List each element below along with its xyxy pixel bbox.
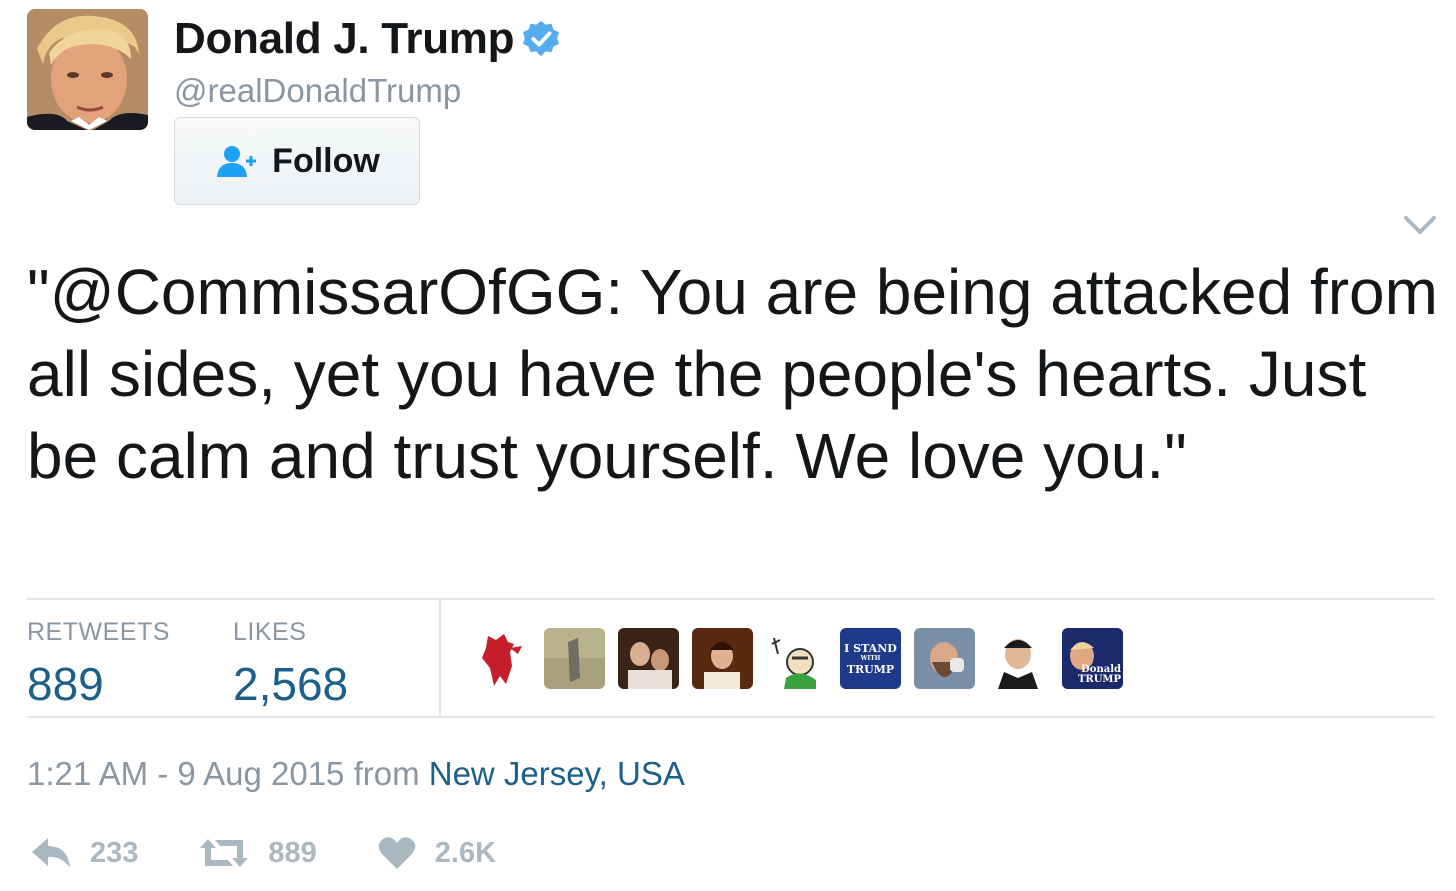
reply-count: 233 — [90, 836, 139, 869]
liker-avatar[interactable] — [692, 628, 753, 689]
heart-icon — [378, 837, 416, 869]
liker-avatar[interactable] — [544, 628, 605, 689]
follow-button-label: Follow — [272, 141, 380, 180]
add-user-icon — [217, 146, 257, 177]
follow-button[interactable]: Follow — [174, 117, 420, 205]
chevron-down-icon[interactable] — [1402, 212, 1438, 238]
retweets-label: RETWEETS — [27, 618, 170, 646]
stats-separator — [439, 600, 441, 717]
tweet-location[interactable]: New Jersey, USA — [429, 755, 685, 792]
user-handle[interactable]: @realDonaldTrump — [174, 72, 461, 110]
likes-label: LIKES — [233, 618, 307, 646]
like-count: 2.6K — [434, 836, 497, 869]
liker-badge-line: TRUMP — [1077, 674, 1121, 685]
retweet-button[interactable]: 889 — [198, 836, 317, 870]
divider-top — [27, 598, 1435, 600]
retweet-count: 889 — [268, 836, 317, 869]
retweets-stat[interactable]: RETWEETS 889 — [27, 618, 170, 711]
tweet-text: "@CommissarOfGG: You are being attacked … — [27, 256, 1438, 492]
liker-avatar[interactable] — [618, 628, 679, 689]
from-word: from — [353, 755, 420, 792]
likes-stat[interactable]: LIKES 2,568 — [233, 618, 348, 711]
liker-badge-line: WITH — [860, 654, 881, 662]
display-name[interactable]: Donald J. Trump — [174, 14, 515, 64]
liker-avatar[interactable] — [988, 628, 1049, 689]
tweet-actions: 233 889 2.6K — [30, 835, 556, 871]
liker-badge-line: I STAND — [844, 641, 897, 655]
user-name-row: Donald J. Trump — [174, 14, 560, 64]
verified-badge-icon — [523, 20, 560, 57]
liker-badge-line: TRUMP — [846, 662, 895, 676]
retweet-icon — [200, 839, 249, 867]
likes-value: 2,568 — [233, 658, 349, 710]
profile-avatar[interactable] — [27, 9, 148, 130]
liker-avatar-badge[interactable]: Donald TRUMP — [1062, 628, 1123, 689]
liker-avatar[interactable] — [914, 628, 975, 689]
liker-avatar[interactable] — [766, 628, 827, 689]
divider-bottom — [27, 716, 1435, 718]
reply-icon — [32, 838, 70, 868]
reply-button[interactable]: 233 — [30, 836, 138, 870]
like-button[interactable]: 2.6K — [377, 835, 496, 871]
liker-avatar-badge[interactable]: I STAND WITH TRUMP — [840, 628, 901, 689]
tweet-time[interactable]: 1:21 AM - 9 Aug 2015 — [27, 755, 344, 792]
likers-list: I STAND WITH TRUMP Donald TRUMP — [470, 628, 1123, 689]
retweets-value: 889 — [27, 658, 104, 710]
liker-avatar[interactable] — [470, 628, 531, 689]
tweet-timestamp: 1:21 AM - 9 Aug 2015 from New Jersey, US… — [27, 755, 685, 793]
